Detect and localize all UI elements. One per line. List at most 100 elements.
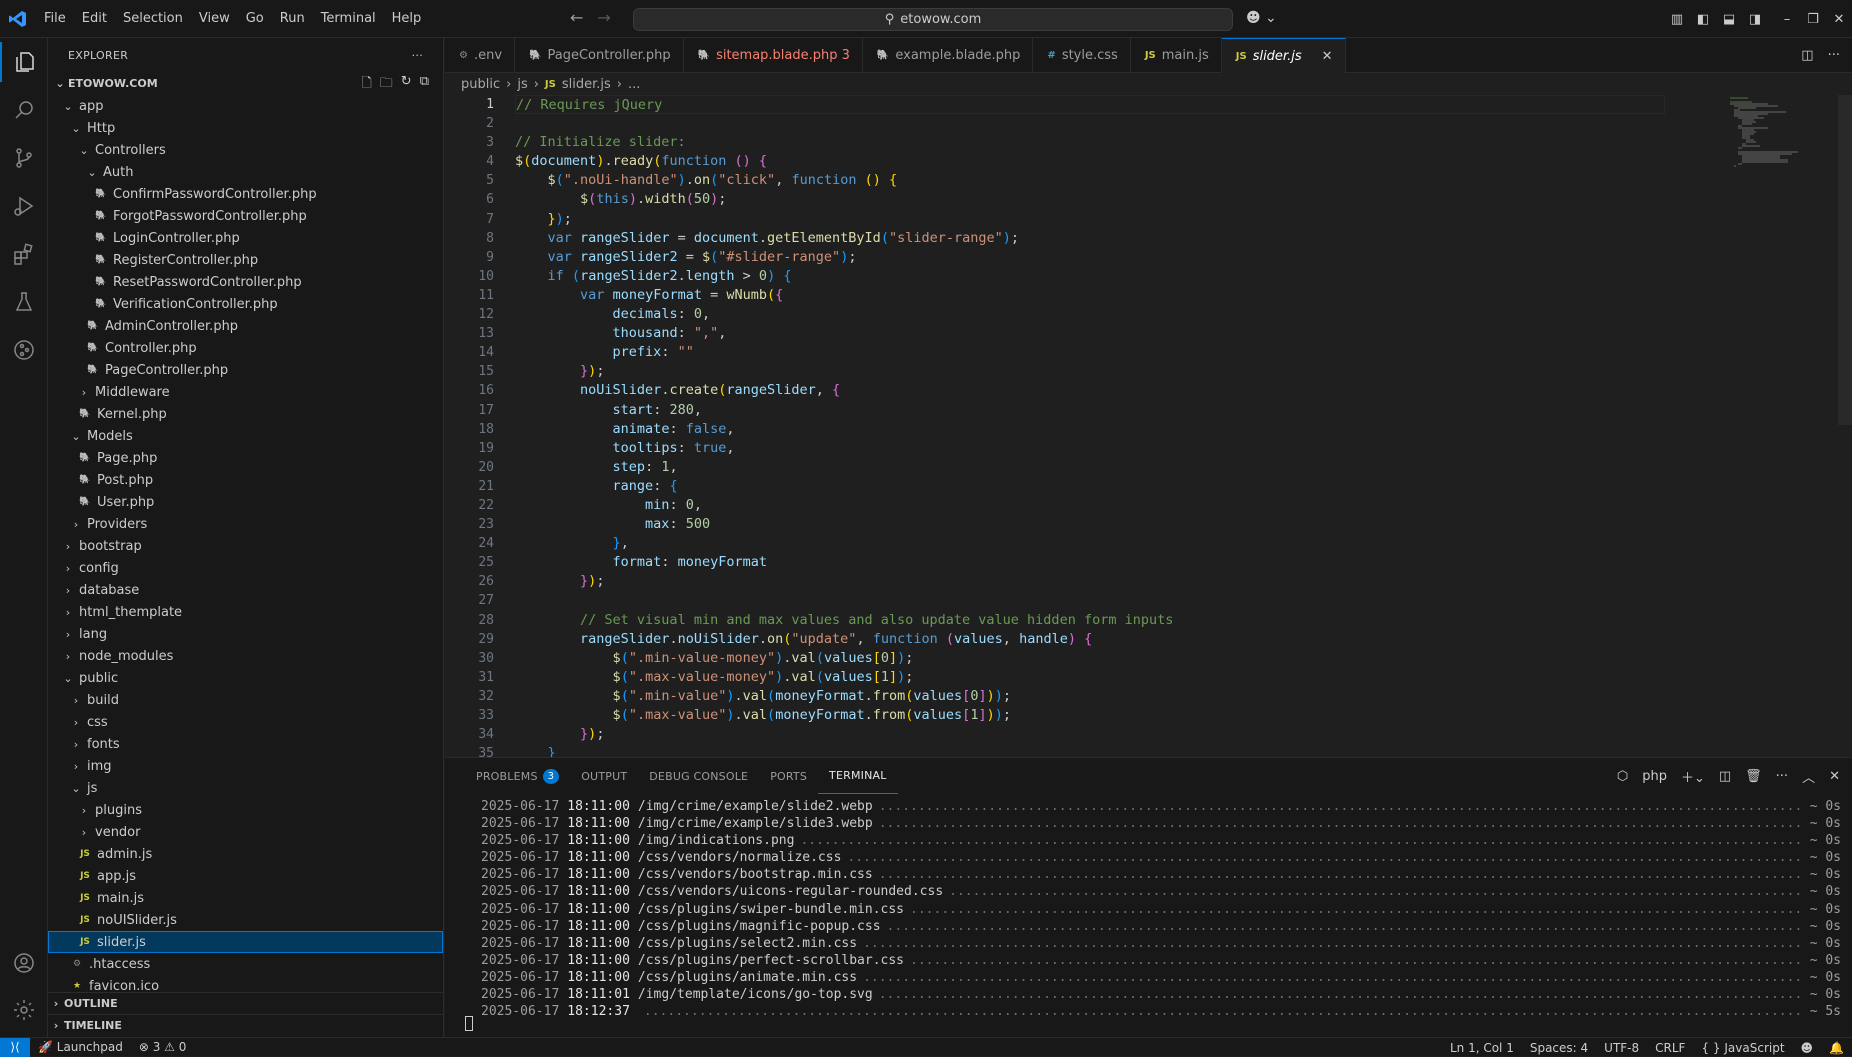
- tree-folder[interactable]: ⌄ public: [48, 667, 443, 689]
- code-line[interactable]: });: [515, 572, 1665, 591]
- code-area[interactable]: // Requires jQuery// Initialize slider: $…: [515, 95, 1665, 757]
- split-editor-icon[interactable]: ◫: [1801, 48, 1813, 63]
- close-tab-icon[interactable]: ✕: [1322, 49, 1333, 64]
- tree-folder[interactable]: › fonts: [48, 733, 443, 755]
- code-line[interactable]: });: [515, 362, 1665, 381]
- breadcrumb-item[interactable]: js: [517, 77, 527, 92]
- tree-folder[interactable]: › vendor: [48, 821, 443, 843]
- tree-file[interactable]: 🐘 PageController.php: [48, 359, 443, 381]
- code-line[interactable]: noUiSlider.create(rangeSlider, {: [515, 381, 1665, 400]
- tree-folder[interactable]: ⌄ Models: [48, 425, 443, 447]
- tab-slider-js[interactable]: JS slider.js ✕: [1221, 38, 1346, 73]
- more-actions-icon[interactable]: ···: [412, 49, 423, 62]
- tree-file[interactable]: JS slider.js: [48, 931, 443, 953]
- source-control-icon[interactable]: [0, 138, 48, 178]
- tree-file[interactable]: 🐘 Page.php: [48, 447, 443, 469]
- tab-style-css[interactable]: # style.css: [1033, 38, 1131, 73]
- tree-folder[interactable]: › node_modules: [48, 645, 443, 667]
- customize-layout-icon[interactable]: ▥: [1664, 12, 1690, 27]
- code-line[interactable]: thousand: ",",: [515, 324, 1665, 343]
- split-terminal-icon[interactable]: ◫: [1719, 769, 1731, 784]
- tab-example-blade-php[interactable]: 🐘 example.blade.php: [863, 38, 1034, 73]
- new-file-icon[interactable]: 🗋: [361, 74, 371, 96]
- code-line[interactable]: range: {: [515, 477, 1665, 496]
- code-line[interactable]: $(".min-value-money").val(values[0]);: [515, 649, 1665, 668]
- terminal-output[interactable]: 2025-06-17 18:11:00/img/crime/example/sli…: [481, 798, 1841, 1020]
- menu-item-view[interactable]: View: [191, 11, 238, 26]
- code-line[interactable]: $(".max-value-money").val(values[1]);: [515, 668, 1665, 687]
- code-line[interactable]: $(".min-value").val(moneyFormat.from(val…: [515, 687, 1665, 706]
- outline-section[interactable]: › OUTLINE: [48, 992, 443, 1014]
- terminal-shell-label[interactable]: php: [1642, 769, 1667, 784]
- more-actions-icon[interactable]: ···: [1776, 769, 1788, 784]
- breadcrumb-item[interactable]: ...: [628, 77, 640, 92]
- panel-tab-terminal[interactable]: TERMINAL: [818, 758, 898, 794]
- settings-gear-icon[interactable]: [0, 990, 48, 1030]
- code-line[interactable]: if (rangeSlider2.length > 0) {: [515, 267, 1665, 286]
- launchpad-item[interactable]: 🚀 Launchpad: [30, 1040, 131, 1054]
- tree-folder[interactable]: › Middleware: [48, 381, 443, 403]
- tree-file[interactable]: 🐘 AdminController.php: [48, 315, 443, 337]
- close-window-icon[interactable]: ✕: [1826, 12, 1852, 27]
- panel-tab-debug-console[interactable]: DEBUG CONSOLE: [638, 758, 759, 794]
- breadcrumb-item[interactable]: slider.js: [562, 77, 611, 92]
- tab-main-js[interactable]: JS main.js: [1131, 38, 1222, 73]
- tree-file[interactable]: JS admin.js: [48, 843, 443, 865]
- tree-file[interactable]: 🐘 ForgotPasswordController.php: [48, 205, 443, 227]
- minimap[interactable]: [1728, 95, 1838, 255]
- tree-file[interactable]: 🐘 ResetPasswordController.php: [48, 271, 443, 293]
- language-mode[interactable]: { } JavaScript: [1693, 1041, 1792, 1055]
- code-line[interactable]: }: [515, 744, 1665, 757]
- code-line[interactable]: prefix: "": [515, 343, 1665, 362]
- tree-file[interactable]: ⚙ .htaccess: [48, 953, 443, 975]
- problems-status[interactable]: ⊗ 3 ⚠ 0: [131, 1040, 195, 1054]
- code-line[interactable]: animate: false,: [515, 420, 1665, 439]
- code-line[interactable]: format: moneyFormat: [515, 553, 1665, 572]
- minimize-icon[interactable]: –: [1774, 12, 1800, 27]
- git-graph-icon[interactable]: [0, 330, 48, 370]
- tab-sitemap-blade-php[interactable]: 🐘 sitemap.blade.php 3: [684, 38, 863, 73]
- testing-icon[interactable]: [0, 282, 48, 322]
- copilot-status-icon[interactable]: ☻: [1793, 1041, 1822, 1055]
- code-line[interactable]: var rangeSlider2 = $("#slider-range");: [515, 248, 1665, 267]
- code-line[interactable]: var rangeSlider = document.getElementByI…: [515, 229, 1665, 248]
- menu-item-terminal[interactable]: Terminal: [313, 11, 384, 26]
- more-actions-icon[interactable]: ···: [1828, 48, 1840, 63]
- menu-item-help[interactable]: Help: [384, 11, 430, 26]
- tree-file[interactable]: JS app.js: [48, 865, 443, 887]
- tab-env[interactable]: ⚙ .env: [445, 38, 516, 73]
- tree-folder[interactable]: ⌄ Http: [48, 117, 443, 139]
- menu-item-go[interactable]: Go: [238, 11, 272, 26]
- code-line[interactable]: });: [515, 210, 1665, 229]
- menu-item-selection[interactable]: Selection: [115, 11, 191, 26]
- new-terminal-icon[interactable]: ＋⌄: [1681, 767, 1705, 786]
- tree-folder[interactable]: › config: [48, 557, 443, 579]
- tree-file[interactable]: JS noUISlider.js: [48, 909, 443, 931]
- toggle-panel-icon[interactable]: ⬓: [1716, 12, 1742, 27]
- tree-folder[interactable]: › database: [48, 579, 443, 601]
- tree-folder[interactable]: › lang: [48, 623, 443, 645]
- forward-arrow-icon[interactable]: →: [597, 8, 610, 27]
- code-line[interactable]: $(this).width(50);: [515, 190, 1665, 209]
- code-line[interactable]: $(".noUi-handle").on("click", function (…: [515, 171, 1665, 190]
- notifications-bell-icon[interactable]: 🔔: [1821, 1041, 1852, 1055]
- kill-terminal-icon[interactable]: 🗑: [1745, 769, 1762, 784]
- breadcrumb-item[interactable]: public: [461, 77, 500, 92]
- workspace-root[interactable]: ⌄ ETOWOW.COM 🗋 🗀 ↻ ⧉: [48, 72, 443, 94]
- tree-file[interactable]: 🐘 ConfirmPasswordController.php: [48, 183, 443, 205]
- tree-file[interactable]: 🐘 Kernel.php: [48, 403, 443, 425]
- tab-PageController-php[interactable]: 🐘 PageController.php: [515, 38, 684, 73]
- extensions-icon[interactable]: [0, 234, 48, 274]
- code-line[interactable]: $(document).ready(function () {: [515, 152, 1665, 171]
- code-line[interactable]: tooltips: true,: [515, 439, 1665, 458]
- tree-file[interactable]: JS main.js: [48, 887, 443, 909]
- tree-folder[interactable]: ⌄ app: [48, 95, 443, 117]
- code-line[interactable]: $(".max-value").val(moneyFormat.from(val…: [515, 706, 1665, 725]
- refresh-icon[interactable]: ↻: [401, 74, 412, 96]
- tree-folder[interactable]: › img: [48, 755, 443, 777]
- restore-icon[interactable]: ❐: [1800, 12, 1826, 27]
- maximize-panel-icon[interactable]: ︿: [1802, 767, 1815, 786]
- cursor-position[interactable]: Ln 1, Col 1: [1442, 1041, 1522, 1055]
- code-line[interactable]: // Requires jQuery: [515, 95, 1665, 115]
- code-line[interactable]: max: 500: [515, 515, 1665, 534]
